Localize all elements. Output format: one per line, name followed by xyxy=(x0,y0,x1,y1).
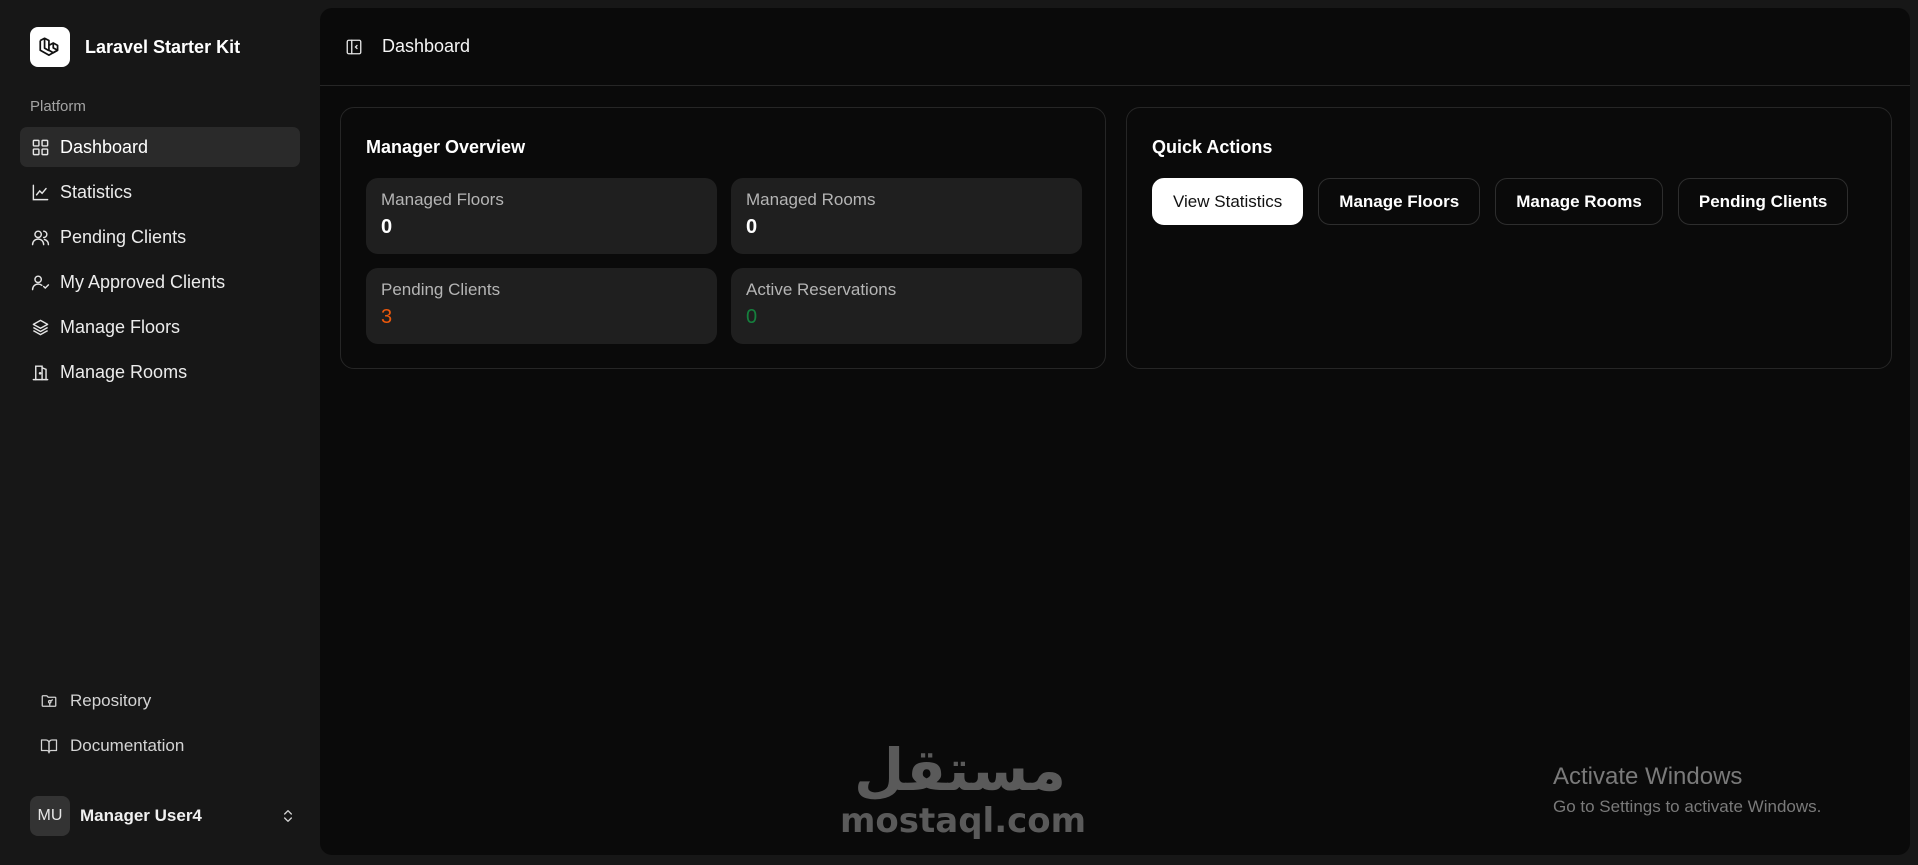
stat-label: Managed Floors xyxy=(381,190,504,209)
users-icon xyxy=(30,227,50,247)
quick-actions-title: Quick Actions xyxy=(1152,137,1273,157)
user-name: Manager User4 xyxy=(80,806,202,825)
chevrons-up-down-icon xyxy=(280,807,296,825)
sidebar-item-label: Manage Floors xyxy=(60,316,181,337)
manage-floors-button[interactable]: Manage Floors xyxy=(1318,178,1481,225)
main-content: Dashboard Manager Overview Managed Floor… xyxy=(320,8,1910,855)
user-check-icon xyxy=(30,272,50,292)
book-open-icon xyxy=(40,736,60,756)
manager-overview-card: Manager Overview Managed Floors 0 Manage… xyxy=(340,107,1106,369)
stat-value: 0 xyxy=(746,216,758,238)
manage-rooms-button[interactable]: Manage Rooms xyxy=(1495,178,1663,225)
activate-windows-subtitle: Go to Settings to activate Windows. xyxy=(1553,797,1822,816)
stat-managed-floors: Managed Floors 0 xyxy=(366,178,717,254)
stat-value: 0 xyxy=(381,216,393,238)
watermark-arabic: مستقل xyxy=(853,736,1067,804)
quick-actions-card: Quick Actions View Statistics Manage Flo… xyxy=(1126,107,1892,369)
nav-group-label: Platform xyxy=(30,98,86,115)
activate-windows-title: Activate Windows xyxy=(1553,763,1743,790)
user-menu-trigger[interactable]: MU Manager User4 xyxy=(30,795,296,837)
stat-pending-clients: Pending Clients 3 xyxy=(366,268,717,344)
quick-actions-buttons: View Statistics Manage Floors Manage Roo… xyxy=(1152,178,1849,225)
door-icon xyxy=(30,362,50,382)
sidebar-item-statistics[interactable]: Statistics xyxy=(20,172,300,212)
breadcrumb: Dashboard xyxy=(382,36,471,56)
watermark-latin: mostaql.com xyxy=(840,801,1087,841)
stat-value: 0 xyxy=(746,306,758,328)
mostaql-watermark: مستقل mostaql.com xyxy=(840,736,1087,841)
sidebar: Laravel Starter Kit Platform Dashboard S… xyxy=(0,0,320,865)
top-bar: Dashboard xyxy=(320,8,1910,86)
documentation-label: Documentation xyxy=(70,736,185,755)
view-statistics-button[interactable]: View Statistics xyxy=(1152,178,1304,225)
stat-value: 3 xyxy=(381,306,393,328)
laravel-logo-icon xyxy=(30,27,70,67)
sidebar-toggle-icon[interactable] xyxy=(344,37,364,57)
sidebar-nav: Dashboard Statistics Pending Clients My … xyxy=(20,127,300,397)
chart-icon xyxy=(30,182,50,202)
sidebar-item-label: Manage Rooms xyxy=(60,361,188,382)
stat-label: Pending Clients xyxy=(381,280,501,299)
brand[interactable]: Laravel Starter Kit xyxy=(30,27,240,67)
sidebar-item-label: Pending Clients xyxy=(60,226,187,247)
layers-icon xyxy=(30,317,50,337)
repository-link[interactable]: Repository xyxy=(30,681,290,721)
stat-active-reservations: Active Reservations 0 xyxy=(731,268,1082,344)
sidebar-footer-links: Repository Documentation xyxy=(30,681,290,771)
sidebar-item-pending-clients[interactable]: Pending Clients xyxy=(20,217,300,257)
sidebar-item-label: My Approved Clients xyxy=(60,271,226,292)
sidebar-item-manage-rooms[interactable]: Manage Rooms xyxy=(20,352,300,392)
grid-icon xyxy=(30,137,50,157)
activate-windows-notice: Activate Windows Go to Settings to activ… xyxy=(1553,763,1821,817)
folder-git-icon xyxy=(40,691,60,711)
sidebar-item-dashboard[interactable]: Dashboard xyxy=(20,127,300,167)
sidebar-item-label: Dashboard xyxy=(60,136,149,157)
sidebar-item-manage-floors[interactable]: Manage Floors xyxy=(20,307,300,347)
stat-managed-rooms: Managed Rooms 0 xyxy=(731,178,1082,254)
brand-title: Laravel Starter Kit xyxy=(85,36,241,57)
pending-clients-button[interactable]: Pending Clients xyxy=(1677,178,1849,225)
stat-label: Active Reservations xyxy=(746,280,897,299)
avatar: MU xyxy=(30,796,70,836)
stat-label: Managed Rooms xyxy=(746,190,876,209)
sidebar-item-label: Statistics xyxy=(60,181,133,202)
repository-label: Repository xyxy=(70,691,152,710)
overview-title: Manager Overview xyxy=(366,137,526,157)
documentation-link[interactable]: Documentation xyxy=(30,726,290,766)
sidebar-item-approved-clients[interactable]: My Approved Clients xyxy=(20,262,300,302)
